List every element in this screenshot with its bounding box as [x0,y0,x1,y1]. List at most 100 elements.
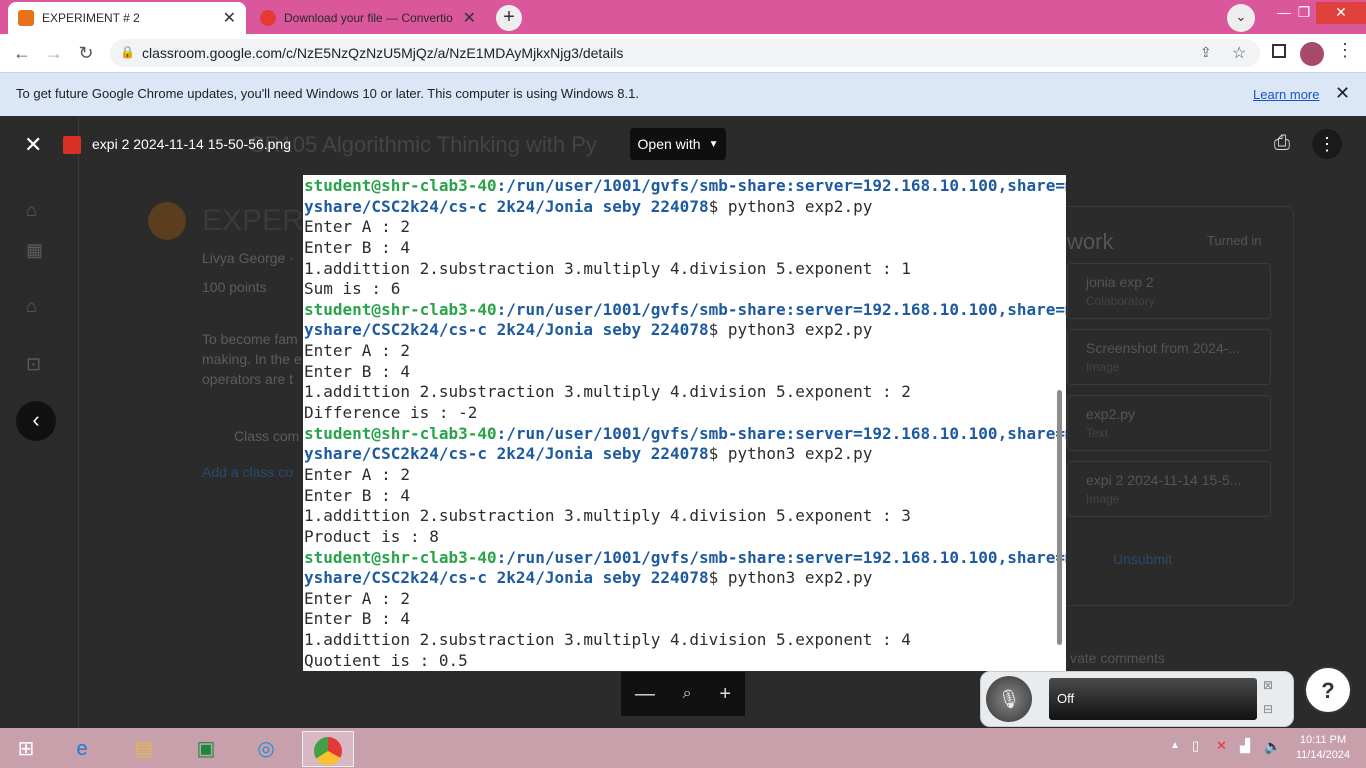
system-clock[interactable]: 10:11 PM 11/14/2024 [1288,733,1358,763]
terminal-prompt-line: student@shr-clab3-40:/run/user/1001/gvfs… [304,176,1066,197]
close-tab-icon[interactable]: ✕ [223,8,236,28]
store-icon[interactable]: ▣ [180,731,232,767]
zoom-controls: — ⌕ + [621,672,745,716]
description-line: making. In the e [202,351,302,367]
terminal-prompt-line: yshare/CSC2k24/cs-c 2k24/Jonia seby 2240… [304,197,1066,218]
back-arrow-icon[interactable]: ← [10,41,34,65]
terminal-prompt-line: yshare/CSC2k24/cs-c 2k24/Jonia seby 2240… [304,568,1066,589]
tab-convertio[interactable]: Download your file — Convertio ✕ [250,2,486,34]
prompt-command: $ python3 exp2.py [708,320,873,340]
open-with-label: Open with [637,136,701,152]
help-button[interactable]: ? [1304,666,1352,714]
scrollbar[interactable] [1057,390,1062,645]
tab-experiment[interactable]: EXPERIMENT # 2 ✕ [8,2,246,34]
tray-device-icon[interactable]: ▯ [1192,738,1199,754]
tray-network-off-icon[interactable]: ✕ [1216,738,1227,754]
image-file-icon [63,136,81,154]
terminal-output-line: Enter B : 4 [304,237,410,257]
address-bar[interactable]: 🔒 classroom.google.com/c/NzE5NzQzNzU5MjQ… [110,39,1260,67]
clock-date: 11/14/2024 [1295,749,1351,761]
terminal-output-line: 1.addittion 2.substraction 3.multiply 4.… [304,382,911,402]
tray-signal-icon[interactable]: ▟ [1240,738,1250,754]
terminal-output-line: 1.addittion 2.substraction 3.multiply 4.… [304,630,911,650]
new-tab-button[interactable]: + [496,5,522,31]
zoom-search-icon[interactable]: ⌕ [683,685,692,703]
share-icon[interactable]: ⇪ [1200,44,1212,61]
tab-search-chevron-icon[interactable]: ⌄ [1227,4,1255,32]
chrome-icon[interactable] [302,731,354,767]
previous-arrow-icon[interactable]: ‹ [16,401,56,441]
close-window-button[interactable]: ✕ [1316,2,1366,24]
terminal-prompt-line: student@shr-clab3-40:/run/user/1001/gvfs… [304,548,1066,569]
avatar[interactable] [1300,42,1324,66]
attachment-item[interactable]: expi 2 2024-11-14 15-5... Image [1067,461,1271,517]
forward-arrow-icon[interactable]: → [42,41,66,65]
windows-start-icon[interactable]: ⊞ [0,731,52,767]
browser-toolbar: ← → ↻ 🔒 classroom.google.com/c/NzE5NzQzN… [0,34,1366,72]
attachment-name: exp2.py [1086,406,1136,422]
lock-icon: 🔒 [120,45,135,59]
prompt-command: $ python3 exp2.py [708,568,873,588]
terminal-output-line: Enter A : 2 [304,217,410,237]
prompt-path: :/run/user/1001/gvfs/smb-share:server=19… [496,547,1066,567]
tray-volume-icon[interactable]: 🔈 [1264,738,1281,755]
private-comments-label: vate comments [1070,650,1165,666]
tray-chevron-icon[interactable]: ▲ [1170,740,1180,751]
turned-in-status: Turned in [1207,233,1262,248]
classroom-favicon-icon [18,10,34,26]
internet-explorer-icon[interactable]: e [56,731,108,767]
enrolled-icon[interactable]: ⌂ [26,296,37,317]
prompt-user: student@shr-clab3-40 [304,423,497,443]
taskbar: ⊞ e ▤ ▣ ◎ ▲ ▯ ✕ ▟ 🔈 [0,728,1366,768]
terminal-output-line: Product is : 8 [304,526,439,546]
file-explorer-icon[interactable]: ▤ [118,731,170,767]
description-line: To become fam [202,331,298,347]
terminal-output-line: Quotient is : 0.5 [304,650,468,670]
learn-more-link[interactable]: Learn more [1253,87,1319,102]
zoom-out-icon[interactable]: — [635,683,655,706]
convertio-favicon-icon [260,10,276,26]
unsubmit-button[interactable]: Unsubmit [1113,551,1172,567]
terminal-output-line: Sum is : 6 [304,279,401,299]
zoom-in-icon[interactable]: + [719,683,731,706]
viewer-filename: expi 2 2024-11-14 15-50-56.png [92,136,292,152]
home-icon[interactable]: ⌂ [26,200,37,221]
close-tab-icon[interactable]: ✕ [463,8,476,28]
prompt-user: student@shr-clab3-40 [304,547,497,567]
terminal-output-line: 1.addittion 2.substraction 3.multiply 4.… [304,258,911,278]
attachment-item[interactable]: exp2.py Text [1067,395,1271,451]
edge-icon[interactable]: ◎ [240,731,292,767]
prompt-user: student@shr-clab3-40 [304,176,497,195]
clock-time: 10:11 PM [1299,734,1347,746]
attachment-item[interactable]: jonia exp 2 Colaboratory [1067,263,1271,319]
attachment-type: Image [1086,360,1120,374]
close-infobar-icon[interactable]: ✕ [1335,83,1350,104]
chrome-menu-icon[interactable]: ⋮ [1336,40,1354,61]
viewer-more-icon[interactable]: ⋮ [1312,129,1342,159]
terminal-output-line: Enter B : 4 [304,609,410,629]
assignment-icon [148,202,186,240]
sidebar-divider [78,116,79,728]
terminal-prompt-line: student@shr-clab3-40:/run/user/1001/gvfs… [304,300,1066,321]
calendar-icon[interactable]: ▦ [26,240,43,261]
speech-close-icon[interactable]: ⊠ [1263,678,1273,692]
bookmark-star-icon[interactable]: ☆ [1232,43,1246,63]
speech-status: Off [1049,678,1257,720]
terminal-output-line: Enter A : 2 [304,464,410,484]
terminal-output-line: 1.addittion 2.substraction 3.multiply 4.… [304,506,911,526]
speech-recognition-widget: 🎙 Off ⊠ ⊟ [980,671,1294,727]
prompt-path: :/run/user/1001/gvfs/smb-share:server=19… [496,423,1066,443]
todo-icon[interactable]: ⊡ [26,354,41,375]
reload-icon[interactable]: ↻ [74,41,98,65]
terminal-output: student@shr-clab3-40:/run/user/1001/gvfs… [304,176,1066,671]
print-icon[interactable]: ⎙ [1274,132,1290,155]
open-with-button[interactable]: Open with ▼ [630,128,726,160]
add-class-comment-link[interactable]: Add a class co [202,464,293,480]
terminal-prompt-line: student@shr-clab3-40:/run/user/1001/gvfs… [304,424,1066,445]
close-viewer-icon[interactable]: ✕ [24,132,42,158]
prompt-command: $ python3 exp2.py [708,444,873,464]
side-panel-icon[interactable] [1272,44,1286,58]
speech-minimize-icon[interactable]: ⊟ [1263,702,1273,716]
microphone-icon[interactable]: 🎙 [986,676,1032,722]
attachment-item[interactable]: Screenshot from 2024-... Image [1067,329,1271,385]
